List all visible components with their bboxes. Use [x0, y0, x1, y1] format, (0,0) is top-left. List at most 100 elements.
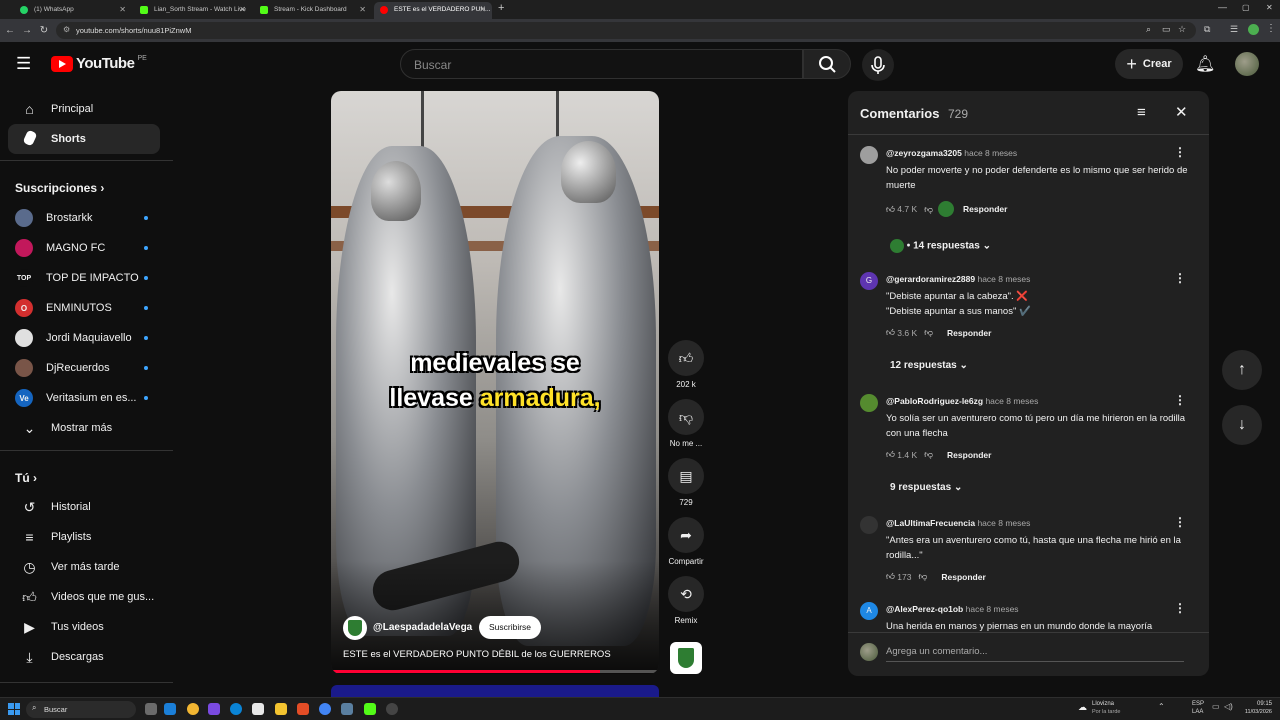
comment-author[interactable]: @gerardoramirez2889 hace 8 meses: [886, 274, 1030, 284]
show-more-button[interactable]: ⌄ Mostrar más: [8, 413, 160, 443]
dislike-icon[interactable]: 👎︎: [919, 571, 928, 582]
kick-icon[interactable]: [364, 703, 376, 715]
tray-chevron-icon[interactable]: ⌃: [1158, 702, 1165, 711]
commenter-avatar[interactable]: [860, 146, 878, 164]
sidebar-sub-jordi-maquiavello[interactable]: Jordi Maquiavello: [8, 323, 160, 353]
short-video-player[interactable]: medievales se llevase armadura, @Laespad…: [331, 91, 659, 674]
minimize-icon[interactable]: —: [1218, 2, 1227, 12]
reply-button[interactable]: Responder: [947, 328, 991, 338]
comment-icon[interactable]: ▤: [668, 458, 704, 494]
dislike-action[interactable]: 👎︎ No me ...: [667, 399, 705, 448]
taskbar-search[interactable]: ⌕ Buscar: [26, 701, 136, 718]
thumbs-down-icon[interactable]: 👎︎: [668, 399, 704, 435]
network-icon[interactable]: ▭: [1212, 702, 1220, 711]
subscribe-button[interactable]: Suscribirse: [479, 616, 542, 639]
thumbs-up-icon[interactable]: 👍︎: [668, 340, 704, 376]
close-tab-icon[interactable]: ✕: [479, 2, 486, 17]
profile-avatar[interactable]: [1248, 24, 1259, 35]
comment-author[interactable]: @AlexPerez-qo1ob hace 8 meses: [886, 604, 1019, 614]
address-bar[interactable]: ⚙ youtube.com/shorts/nuu81PiZnwM ⌕ ▭ ☆: [56, 22, 1196, 39]
sidebar-sub-djrecuerdos[interactable]: DjRecuerdos: [8, 353, 160, 383]
sidebar-item-shorts[interactable]: Shorts: [8, 124, 160, 154]
weather-text[interactable]: Llovizna: [1092, 701, 1114, 707]
comment-author[interactable]: @PabloRodriguez-le6zg hace 8 meses: [886, 396, 1038, 406]
close-tab-icon[interactable]: ✕: [119, 2, 126, 17]
back-icon[interactable]: ←: [3, 22, 17, 39]
site-info-icon[interactable]: ⚙: [63, 25, 70, 34]
store-icon[interactable]: [252, 703, 264, 715]
app-icon[interactable]: [341, 703, 353, 715]
share-action[interactable]: ➦ Compartir: [667, 517, 705, 566]
replies-toggle[interactable]: 12 respuestas ⌄: [890, 360, 968, 371]
close-panel-icon[interactable]: ✕: [1175, 103, 1188, 121]
forward-icon[interactable]: →: [20, 22, 34, 39]
commenter-avatar[interactable]: [860, 394, 878, 412]
comment-menu-icon[interactable]: ⋮: [1174, 145, 1186, 159]
file-explorer-icon[interactable]: [275, 703, 287, 715]
browser-tab-youtube[interactable]: ESTE es el VERDADERO PUN... ✕: [374, 2, 492, 19]
next-short-preview[interactable]: [331, 685, 659, 697]
task-view-icon[interactable]: [145, 703, 157, 715]
obs-icon[interactable]: [386, 703, 398, 715]
discord-icon[interactable]: [208, 703, 220, 715]
sound-thumbnail[interactable]: [670, 642, 702, 674]
sidebar-item-your-videos[interactable]: ▶ Tus videos: [8, 612, 160, 642]
volume-icon[interactable]: ◁): [1224, 702, 1233, 711]
sidebar-sub-veritasium[interactable]: Ve Veritasium en es...: [8, 383, 160, 413]
comment-menu-icon[interactable]: ⋮: [1174, 393, 1186, 407]
commenter-avatar[interactable]: [860, 516, 878, 534]
voice-search-button[interactable]: [862, 49, 894, 81]
steam-icon[interactable]: [164, 703, 176, 715]
previous-short-button[interactable]: ↑: [1222, 350, 1262, 390]
subscriptions-heading[interactable]: Suscripciones ›: [15, 181, 104, 195]
clock-time[interactable]: 09:15: [1244, 701, 1272, 707]
share-icon[interactable]: ➦: [668, 517, 704, 553]
close-tab-icon[interactable]: ✕: [359, 2, 366, 17]
sidebar-sub-top-de-impacto[interactable]: TOP TOP DE IMPACTO: [8, 263, 160, 293]
close-tab-icon[interactable]: ✕: [239, 2, 246, 17]
commenter-avatar[interactable]: A: [860, 602, 878, 620]
app-icon[interactable]: [297, 703, 309, 715]
reply-button[interactable]: Responder: [963, 204, 1007, 214]
extensions-icon[interactable]: ⧉: [1204, 24, 1210, 35]
reload-icon[interactable]: ↻: [37, 22, 51, 39]
sidebar-sub-brostarkk[interactable]: Brostarkk: [8, 203, 160, 233]
create-button[interactable]: + Crear: [1115, 49, 1183, 79]
bookmark-star-icon[interactable]: ☆: [1178, 24, 1186, 35]
youtube-logo[interactable]: YouTube PE: [51, 55, 147, 72]
add-comment-input[interactable]: Agrega un comentario...: [886, 646, 1184, 662]
remix-action[interactable]: ⟲ Remix: [667, 576, 705, 625]
you-heading[interactable]: Tú ›: [15, 471, 37, 485]
sidebar-item-playlists[interactable]: ≡ Playlists: [8, 522, 160, 552]
windows-start-icon[interactable]: [8, 703, 20, 715]
comment-author[interactable]: @LaUltimaFrecuencia hace 8 meses: [886, 518, 1030, 528]
reply-button[interactable]: Responder: [941, 572, 985, 582]
cast-icon[interactable]: ▭: [1162, 24, 1171, 35]
sidebar-sub-magno-fc[interactable]: MAGNO FC: [8, 233, 160, 263]
dislike-icon[interactable]: 👎︎: [924, 327, 933, 338]
browser-tab-whatsapp[interactable]: (1) WhatsApp ✕: [14, 2, 132, 19]
zoom-icon[interactable]: ⌕: [1146, 24, 1151, 35]
new-tab-icon[interactable]: +: [498, 2, 504, 14]
next-short-button[interactable]: ↓: [1222, 405, 1262, 445]
sidebar-sub-enminutos[interactable]: O ENMINUTOS: [8, 293, 160, 323]
notifications-bell-icon[interactable]: 🔔︎: [1195, 54, 1215, 74]
comments-action[interactable]: ▤ 729: [667, 458, 705, 507]
dislike-icon[interactable]: 👎︎: [924, 204, 933, 215]
search-button[interactable]: [803, 49, 851, 79]
edge-icon[interactable]: [230, 703, 242, 715]
like-icon[interactable]: 👍︎: [886, 449, 895, 460]
search-input[interactable]: Buscar: [400, 49, 803, 79]
like-icon[interactable]: 👍︎: [886, 204, 895, 215]
commenter-avatar[interactable]: G: [860, 272, 878, 290]
reply-button[interactable]: Responder: [947, 450, 991, 460]
browser-tab-kick-dashboard[interactable]: Stream - Kick Dashboard ✕: [254, 2, 372, 19]
sidebar-item-principal[interactable]: ⌂ Principal: [8, 94, 160, 124]
browser-tab-kick-stream[interactable]: Lian_Sorth Stream - Watch Live ✕: [134, 2, 252, 19]
like-icon[interactable]: 👍︎: [886, 327, 895, 338]
dislike-icon[interactable]: 👎︎: [924, 449, 933, 460]
maximize-icon[interactable]: ▢: [1242, 3, 1250, 12]
account-avatar[interactable]: [1235, 52, 1259, 76]
remix-icon[interactable]: ⟲: [668, 576, 704, 612]
sidebar-item-liked-videos[interactable]: 👍︎ Videos que me gus...: [8, 582, 160, 612]
